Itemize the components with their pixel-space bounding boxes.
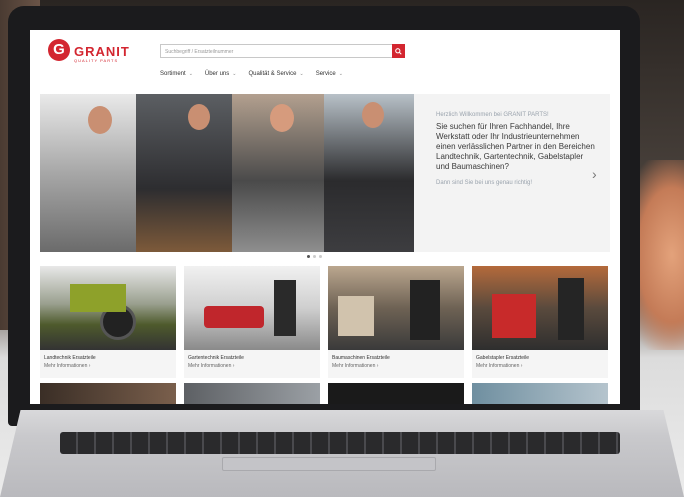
- nav-item-ueber-uns[interactable]: Über uns ⌄: [205, 71, 237, 77]
- category-image: [328, 266, 464, 350]
- category-more-link[interactable]: Mehr Informationen ›: [44, 363, 90, 369]
- main-nav: Sortiment ⌄ Über uns ⌄ Qualität & Service ⌄…: [160, 71, 343, 77]
- nav-label: Über uns: [204, 71, 230, 77]
- category-image: [184, 383, 320, 404]
- hero-cta: Dann sind Sie bei uns genau richtig!: [436, 180, 533, 186]
- hero-greeting: Herzlich Willkommen bei GRANIT PARTS!: [436, 112, 549, 118]
- search-button[interactable]: [392, 44, 405, 58]
- chevron-down-icon: ⌄: [188, 71, 193, 77]
- nav-item-service[interactable]: Service ⌄: [316, 71, 343, 77]
- category-more-link[interactable]: Mehr Informationen ›: [476, 363, 522, 369]
- logo-text: GRANIT QUALITY PARTS: [74, 45, 130, 64]
- slider-dot[interactable]: [319, 255, 322, 258]
- category-image: [184, 266, 320, 350]
- logo-mark: G: [48, 39, 70, 61]
- category-card-gartentechnik[interactable]: Gartentechnik Ersatzteile Mehr Informati…: [184, 266, 320, 378]
- category-image: [328, 383, 464, 404]
- nav-item-sortiment[interactable]: Sortiment ⌄: [160, 71, 193, 77]
- category-card-landtechnik[interactable]: Landtechnik Ersatzteile Mehr Information…: [40, 266, 176, 378]
- browser-screen: G GRANIT QUALITY PARTS Suchbegriff / Ers…: [30, 30, 620, 404]
- category-image: [472, 266, 608, 350]
- chevron-down-icon: ⌄: [232, 71, 237, 77]
- logo-name: GRANIT: [74, 44, 130, 59]
- laptop-keyboard: [60, 432, 620, 454]
- chevron-down-icon: ⌄: [338, 71, 343, 77]
- nav-label: Qualität & Service: [248, 71, 297, 77]
- category-title: Baumaschinen Ersatzteile: [332, 355, 390, 361]
- chevron-right-icon[interactable]: ›: [592, 166, 597, 182]
- slider-dot[interactable]: [313, 255, 316, 258]
- chevron-down-icon: ⌄: [299, 71, 304, 77]
- slider-dot[interactable]: [307, 255, 310, 258]
- category-grid-row-2: [40, 383, 610, 404]
- hero-body: Sie suchen für Ihren Fachhandel, Ihre We…: [436, 122, 595, 171]
- category-card-baumaschinen[interactable]: Baumaschinen Ersatzteile Mehr Informatio…: [328, 266, 464, 378]
- category-image: [40, 383, 176, 404]
- category-title: Gartentechnik Ersatzteile: [188, 355, 244, 361]
- granit-logo[interactable]: G GRANIT QUALITY PARTS: [48, 39, 130, 64]
- hero-text: Herzlich Willkommen bei GRANIT PARTS! Si…: [436, 112, 596, 186]
- category-image: [40, 266, 176, 350]
- nav-label: Service: [315, 71, 336, 77]
- category-image: [472, 383, 608, 404]
- category-title: Gabelstapler Ersatzteile: [476, 355, 530, 361]
- category-more-link[interactable]: Mehr Informationen ›: [332, 363, 378, 369]
- nav-label: Sortiment: [160, 71, 186, 77]
- search-icon: [395, 47, 402, 55]
- category-card-gabelstapler[interactable]: Gabelstapler Ersatzteile Mehr Informatio…: [472, 266, 608, 378]
- laptop-trackpad: [222, 457, 436, 471]
- hero-image: [40, 94, 414, 252]
- site-header: G GRANIT QUALITY PARTS Suchbegriff / Ers…: [30, 30, 620, 86]
- search-input[interactable]: Suchbegriff / Ersatzteilnummer: [160, 44, 398, 58]
- category-more-link[interactable]: Mehr Informationen ›: [188, 363, 234, 369]
- category-grid: Landtechnik Ersatzteile Mehr Information…: [40, 266, 610, 378]
- nav-item-qualitaet-service[interactable]: Qualität & Service ⌄: [248, 71, 303, 77]
- slider-dots: [307, 255, 322, 258]
- category-title: Landtechnik Ersatzteile: [44, 355, 96, 361]
- hero-slider: Herzlich Willkommen bei GRANIT PARTS! Si…: [40, 94, 610, 252]
